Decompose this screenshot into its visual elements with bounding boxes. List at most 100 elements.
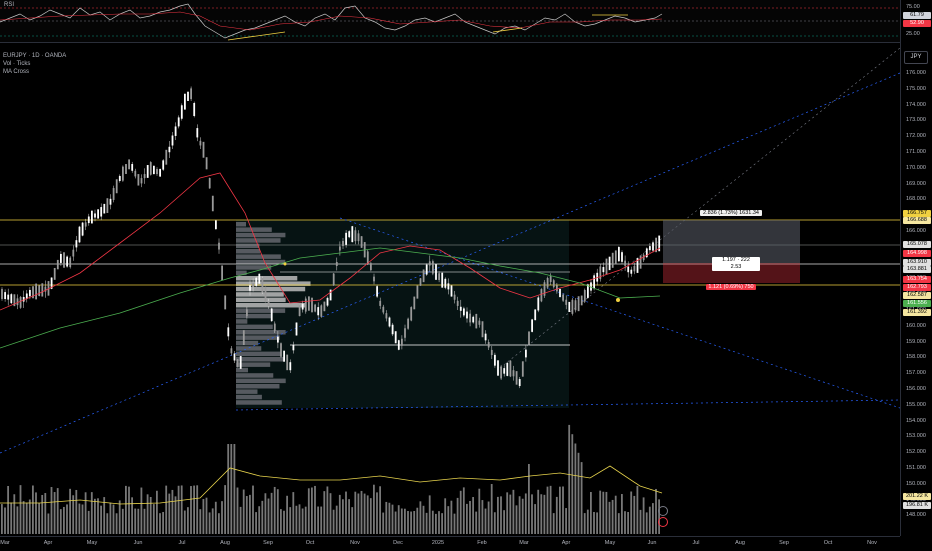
price-tick: 175.000 — [906, 85, 926, 92]
candle-body — [441, 272, 444, 288]
volume-bar — [149, 496, 152, 534]
volume-bar — [388, 502, 391, 534]
candle-body — [326, 297, 329, 306]
volume-bar — [13, 494, 16, 534]
candle-body — [652, 242, 654, 251]
price-tag: 162.793 — [903, 284, 931, 291]
price-tick: 173.000 — [906, 117, 926, 124]
volume-bar — [469, 500, 471, 534]
time-tick: Jun — [133, 540, 143, 546]
candle-body — [521, 361, 524, 377]
candle-body — [345, 232, 347, 245]
volume-bar — [81, 504, 84, 534]
volume-profile-bar — [236, 292, 284, 297]
rsi-pane[interactable]: RSI — [0, 0, 900, 43]
volume-bar — [447, 506, 450, 534]
volume-bar — [348, 499, 350, 534]
ma-legend[interactable]: MA Cross — [3, 68, 29, 76]
volume-bar — [140, 487, 143, 534]
rsi-label[interactable]: RSI — [4, 2, 14, 8]
candle-body — [286, 354, 289, 371]
candle-body — [419, 278, 422, 286]
volume-bar — [450, 500, 453, 534]
candle-body — [422, 269, 425, 283]
volume-bar — [472, 497, 474, 534]
volume-bar — [218, 513, 220, 534]
candle-body — [506, 362, 509, 376]
candle-body — [311, 297, 313, 313]
volume-bar — [636, 485, 639, 534]
chart-settings-icon[interactable] — [658, 506, 668, 516]
volume-bar — [121, 508, 124, 534]
volume-bar — [329, 493, 332, 534]
candle-body — [459, 306, 462, 311]
volume-bar — [249, 494, 251, 534]
candle-body — [624, 260, 626, 266]
volume-bar — [177, 485, 180, 534]
candle-body — [38, 285, 41, 296]
candle-body — [199, 140, 202, 146]
volume-bar — [497, 496, 499, 534]
time-tick: Jul — [178, 540, 186, 546]
candle-body — [525, 349, 527, 358]
candle-body — [205, 157, 208, 170]
volume-bar — [199, 509, 202, 534]
volume-bar — [363, 493, 366, 534]
volume-bar — [642, 497, 645, 534]
volume-bar — [90, 492, 93, 534]
volume-bar — [326, 486, 329, 534]
volume-bar — [205, 497, 208, 534]
price-tick: 150.000 — [906, 480, 926, 487]
volume-bar — [146, 494, 149, 534]
volume-bar — [453, 513, 456, 534]
volume-bar — [230, 444, 233, 534]
ratio-label: 1.197 · 222 2.53 — [712, 257, 760, 271]
price-tick: 157.000 — [906, 370, 926, 377]
volume-profile-bar — [236, 276, 298, 281]
symbol-legend[interactable]: EURJPY · 1D · OANDA — [3, 52, 66, 60]
volume-bar — [568, 424, 571, 534]
volume-bar — [385, 501, 388, 534]
candle-body — [10, 294, 13, 304]
candle-body — [246, 309, 248, 317]
volume-bar — [298, 504, 301, 534]
currency-button[interactable]: JPY — [904, 51, 928, 64]
volume-bar — [431, 510, 434, 534]
candle-body — [171, 135, 174, 146]
candle-body — [308, 296, 310, 311]
volume-bar — [63, 506, 65, 534]
volume-bar — [261, 500, 264, 534]
volume-profile-bar — [236, 373, 274, 378]
price-tick: 151.000 — [906, 465, 926, 471]
candle-body — [224, 295, 227, 310]
time-tick: Apr — [43, 540, 53, 546]
candle-body — [280, 343, 282, 357]
rsi-line — [0, 3, 663, 39]
candle-body — [515, 371, 518, 385]
candle-body — [649, 246, 651, 251]
time-tick: May — [86, 540, 98, 546]
volume-bar — [267, 498, 270, 534]
volume-bar — [481, 500, 484, 534]
volume-profile-bar — [236, 324, 273, 330]
candle-body — [627, 266, 630, 273]
candle-body — [512, 370, 515, 377]
candle-body — [354, 230, 357, 242]
ratio-line-1: 1.197 · 222 — [722, 257, 750, 263]
candle-body — [407, 318, 409, 329]
main-chart-pane[interactable] — [0, 47, 901, 536]
volume-bar — [307, 488, 310, 534]
volume-bar — [242, 489, 245, 534]
volume-bar — [379, 486, 381, 534]
volume-bar — [534, 504, 536, 534]
volume-bar — [419, 501, 422, 534]
candle-body — [16, 298, 19, 306]
candle-body — [84, 222, 87, 227]
time-tick: Apr — [561, 540, 571, 546]
candle-body — [190, 88, 192, 100]
volume-bar — [134, 508, 137, 534]
volume-legend[interactable]: Vol · Ticks — [3, 60, 30, 68]
candle-body — [559, 288, 561, 298]
volume-profile-bar — [236, 394, 262, 400]
alert-icon[interactable] — [658, 517, 668, 527]
